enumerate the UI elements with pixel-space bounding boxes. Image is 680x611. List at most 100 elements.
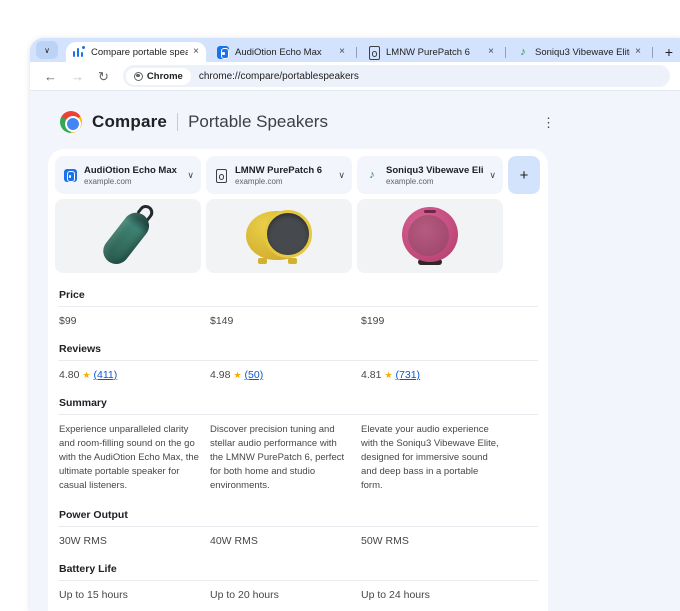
browser-toolbar: ← → ↻ Chrome chrome://compare/portablesp… — [30, 62, 680, 90]
more-menu-button[interactable]: ⋮ — [538, 113, 559, 133]
row-divider — [58, 360, 538, 361]
row-battery-life: Battery Life Up to 15 hours Up to 20 hou… — [58, 563, 538, 601]
row-summary: Summary Experience unparalleled clarity … — [58, 397, 538, 493]
speaker-dark-icon — [368, 45, 380, 60]
selector-text: Soniqu3 Vibewave Elite example.com — [386, 165, 483, 186]
add-product-button[interactable]: + — [508, 156, 540, 194]
tab-lmnw-purepatch-6[interactable]: LMNW PurePatch 6 × — [361, 42, 501, 62]
price-value: $149 — [210, 315, 234, 327]
address-bar[interactable]: Chrome chrome://compare/portablespeakers — [122, 65, 670, 87]
close-icon[interactable]: × — [193, 47, 199, 57]
tab-label: Compare portable speakers — [91, 46, 189, 58]
power-value: 30W RMS — [59, 535, 107, 547]
row-label: Battery Life — [59, 563, 117, 575]
rating-value: 4.80 — [59, 369, 80, 381]
app-title: Compare — [92, 112, 168, 131]
reviews-count-link[interactable]: (50) — [245, 369, 264, 381]
row-label: Price — [59, 289, 85, 301]
tab-search-button[interactable]: ∨ — [36, 41, 58, 59]
row-divider — [58, 306, 538, 307]
product-selector-2[interactable]: LMNW PurePatch 6 example.com ∨ — [206, 156, 352, 194]
chevron-down-icon: ∨ — [44, 45, 50, 55]
browser-window: ∨ Compare portable speakers × AudiOtion … — [30, 38, 680, 611]
product-selector-row: AudiOtion Echo Max example.com ∨ LMNW Pu… — [55, 156, 541, 194]
speaker-dark-icon — [213, 167, 229, 183]
star-icon: ★ — [384, 369, 393, 380]
product-selector-3[interactable]: ♪ Soniqu3 Vibewave Elite example.com ∨ — [357, 156, 503, 194]
row-reviews: Reviews 4.80 ★ (411) 4.98 ★ (50) 4.81 ★ … — [58, 343, 538, 381]
row-price: Price $99 $149 $199 — [58, 289, 538, 327]
back-button[interactable]: ← — [44, 70, 57, 83]
reload-button[interactable]: ↻ — [98, 70, 109, 83]
close-icon[interactable]: × — [488, 47, 494, 57]
battery-value: Up to 24 hours — [361, 589, 430, 601]
tab-soniqu3-vibewave-elite[interactable]: ♪ Soniqu3 Vibewave Elite × — [510, 42, 648, 62]
pink-speaker-illustration — [401, 207, 459, 265]
music-note-icon: ♪ — [520, 45, 526, 58]
speaker-blue-icon — [217, 45, 229, 59]
row-divider — [58, 414, 538, 415]
title-divider — [177, 113, 179, 131]
tab-label: AudiOtion Echo Max — [235, 46, 322, 58]
power-value: 40W RMS — [210, 535, 258, 547]
tab-separator — [505, 47, 506, 58]
product-name: LMNW PurePatch 6 — [235, 164, 323, 176]
new-tab-button[interactable]: + — [659, 42, 679, 62]
music-note-icon: ♪ — [369, 168, 375, 181]
tab-compare-portable-speakers[interactable]: Compare portable speakers × — [66, 42, 206, 62]
tab-label: LMNW PurePatch 6 — [386, 46, 470, 58]
row-label: Summary — [59, 397, 107, 409]
reviews-count-link[interactable]: (411) — [94, 369, 118, 381]
product-image-2 — [206, 199, 352, 273]
battery-value: Up to 20 hours — [210, 589, 279, 601]
close-icon[interactable]: × — [635, 47, 641, 57]
chevron-down-icon[interactable]: ∨ — [338, 170, 345, 181]
rating-value: 4.98 — [210, 369, 231, 381]
chrome-logo-icon — [60, 111, 82, 133]
tab-separator — [652, 47, 653, 58]
chevron-down-icon[interactable]: ∨ — [489, 170, 496, 181]
chevron-down-icon[interactable]: ∨ — [187, 170, 194, 181]
product-domain: example.com — [235, 176, 283, 186]
battery-value: Up to 15 hours — [59, 589, 128, 601]
chrome-chip-label: Chrome — [146, 70, 183, 82]
row-label: Reviews — [59, 343, 102, 355]
speaker-blue-icon — [62, 167, 78, 183]
row-power-output: Power Output 30W RMS 40W RMS 50W RMS — [58, 509, 538, 547]
summary-value: Elevate your audio experience with the S… — [361, 424, 499, 491]
page-header: Compare Portable Speakers — [60, 111, 680, 133]
product-selector-1[interactable]: AudiOtion Echo Max example.com ∨ — [55, 156, 201, 194]
product-image-row — [55, 199, 541, 273]
star-icon: ★ — [233, 369, 242, 380]
tab-separator — [356, 47, 357, 58]
kebab-icon: ⋮ — [542, 115, 555, 130]
product-name: Soniqu3 Vibewave Elite — [386, 164, 484, 176]
summary-value: Experience unparalleled clarity and room… — [59, 424, 199, 491]
row-divider — [58, 526, 538, 527]
tab-label: Soniqu3 Vibewave Elite — [535, 46, 631, 58]
forward-button[interactable]: → — [71, 70, 84, 83]
product-image-1 — [55, 199, 201, 273]
chrome-chip[interactable]: Chrome — [125, 67, 191, 85]
product-image-3 — [357, 199, 503, 273]
comparison-rows: Price $99 $149 $199 Reviews 4.80 ★ (411)… — [55, 289, 541, 611]
product-domain: example.com — [84, 176, 132, 186]
page-title: Portable Speakers — [188, 112, 328, 131]
star-icon: ★ — [82, 369, 91, 380]
close-icon[interactable]: × — [339, 47, 345, 57]
reviews-count-link[interactable]: (731) — [396, 369, 421, 381]
reviews-value: 4.80 ★ (411) — [59, 369, 205, 381]
chrome-icon — [133, 71, 143, 81]
rating-value: 4.81 — [361, 369, 382, 381]
yellow-speaker-illustration — [246, 208, 312, 264]
selector-text: AudiOtion Echo Max example.com — [84, 165, 181, 186]
url-text: chrome://compare/portablespeakers — [198, 70, 359, 82]
reviews-value: 4.98 ★ (50) — [210, 369, 356, 381]
product-name: AudiOtion Echo Max — [84, 164, 177, 176]
comparison-card: AudiOtion Echo Max example.com ∨ LMNW Pu… — [48, 149, 548, 611]
power-value: 50W RMS — [361, 535, 409, 547]
tab-audiotion-echo-max[interactable]: AudiOtion Echo Max × — [210, 42, 352, 62]
tab-strip: ∨ Compare portable speakers × AudiOtion … — [30, 38, 680, 62]
page-content: Compare Portable Speakers ⋮ AudiOtion Ec… — [30, 90, 680, 611]
screenshot-canvas: ∨ Compare portable speakers × AudiOtion … — [0, 0, 680, 611]
